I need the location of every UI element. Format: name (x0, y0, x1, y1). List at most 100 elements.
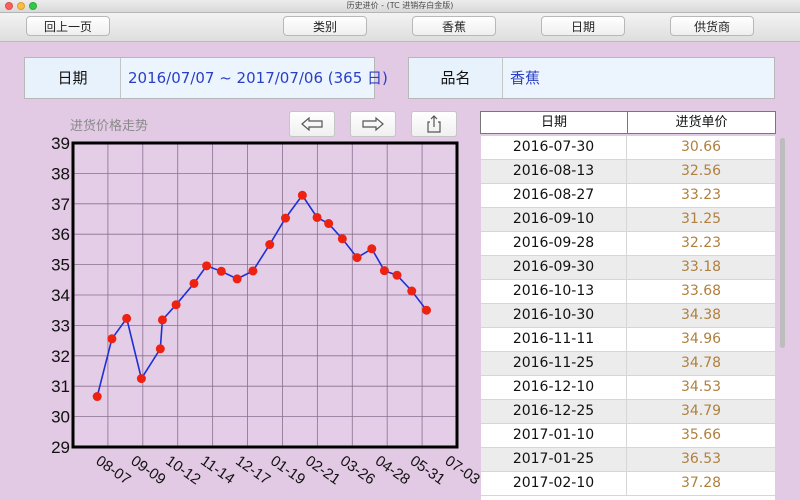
row-date: 2016-09-10 (481, 208, 627, 231)
row-date: 2016-11-11 (481, 328, 627, 351)
row-price: 31.25 (680, 211, 722, 227)
x-tick-label: 05-31 (407, 452, 448, 488)
y-tick-label: 29 (51, 438, 70, 457)
date-range-box: 日期 2016/07/07 ~ 2017/07/06 (365 日) (24, 57, 388, 99)
y-tick-label: 37 (51, 195, 70, 214)
data-point (92, 392, 102, 402)
data-point (171, 300, 181, 310)
row-date: 2016-09-28 (481, 232, 627, 255)
data-point (407, 286, 417, 296)
data-point (312, 212, 322, 222)
prev-page-button[interactable]: 回上一页 (26, 16, 110, 36)
y-tick-label: 34 (51, 286, 70, 305)
table-scroll-thumb[interactable] (780, 138, 785, 348)
x-tick-label: 09-09 (128, 452, 169, 488)
y-tick-label: 31 (51, 377, 70, 396)
product-button[interactable]: 香蕉 (412, 16, 496, 36)
row-price: 36.53 (680, 451, 722, 467)
table-row[interactable]: 2016-09-30 33.18 (481, 256, 775, 280)
y-tick-label: 30 (51, 408, 70, 427)
row-price: 32.23 (680, 235, 722, 251)
date-range-value[interactable]: 2016/07/07 ~ 2017/07/06 (365 日) (128, 58, 388, 98)
product-box: 品名 香蕉 (408, 57, 775, 99)
y-tick-label: 36 (51, 225, 70, 244)
table-row[interactable]: 2016-12-25 34.79 (481, 400, 775, 424)
data-point (136, 374, 146, 384)
data-point (265, 240, 275, 250)
x-tick-label: 03-26 (337, 452, 378, 488)
price-trend-chart: 29 30 31 32 33 34 35 36 37 38 39 08-0709-0910-1211-… (51, 134, 480, 488)
table-row[interactable]: 2016-11-11 34.96 (481, 328, 775, 352)
x-tick-label: 12-17 (232, 452, 273, 488)
table-row[interactable]: 2017-02-10 37.28 (481, 472, 775, 496)
table-row[interactable]: 2017-01-10 35.66 (481, 424, 775, 448)
data-point (421, 305, 431, 315)
row-price: 34.79 (680, 403, 722, 419)
row-date: 2016-10-13 (481, 280, 627, 303)
category-button[interactable]: 类别 (283, 16, 367, 36)
data-point (122, 313, 132, 323)
row-date: 2017-01-25 (481, 448, 627, 471)
row-date: 2016-12-10 (481, 376, 627, 399)
row-price: 34.53 (680, 379, 722, 395)
data-point (281, 213, 291, 223)
x-tick-label: 04-28 (372, 452, 413, 488)
data-point (189, 278, 199, 288)
data-point (202, 261, 212, 271)
row-date: 2016-10-30 (481, 304, 627, 327)
row-price: 34.78 (680, 355, 722, 371)
x-tick-label: 07-03 (442, 452, 480, 488)
x-tick-label: 10-12 (162, 452, 203, 488)
y-tick-label: 35 (51, 256, 70, 275)
table-row[interactable]: 2016-09-10 31.25 (481, 208, 775, 232)
table-row[interactable]: 2016-10-13 33.68 (481, 280, 775, 304)
data-point (157, 315, 167, 325)
price-table[interactable]: 2016-07-30 30.66 2016-08-13 32.56 2016-08-27… (481, 136, 775, 500)
y-tick-label: 33 (51, 316, 70, 335)
y-tick-label: 39 (51, 134, 70, 153)
table-header: 日期 进货单价 (480, 111, 776, 134)
data-point (232, 274, 242, 284)
row-date: 2017-01-10 (481, 424, 627, 447)
toolbar: 回上一页 类别 香蕉 日期 供货商 (0, 13, 800, 42)
data-point (352, 253, 362, 263)
data-point (367, 244, 377, 254)
data-point (337, 234, 347, 244)
column-header-price[interactable]: 进货单价 (628, 112, 775, 133)
table-scrollbar[interactable] (777, 136, 789, 500)
product-value[interactable]: 香蕉 (510, 58, 540, 98)
table-row[interactable]: 2017-01-25 36.53 (481, 448, 775, 472)
data-point (392, 270, 402, 280)
data-point (248, 266, 258, 276)
row-date: 2016-08-13 (481, 160, 627, 183)
x-tick-label: 11-14 (197, 452, 237, 487)
row-date: 2016-12-25 (481, 400, 627, 423)
row-price: 37.28 (680, 475, 722, 491)
row-price: 33.23 (680, 187, 722, 203)
x-tick-label: 02-21 (302, 452, 343, 488)
table-row[interactable]: 2016-09-28 32.23 (481, 232, 775, 256)
row-price: 34.38 (680, 307, 722, 323)
column-header-date[interactable]: 日期 (481, 112, 628, 133)
table-row[interactable]: 2016-07-30 30.66 (481, 136, 775, 160)
data-point (324, 219, 334, 229)
table-row[interactable]: 2016-12-10 34.53 (481, 376, 775, 400)
row-date: 2016-09-30 (481, 256, 627, 279)
data-point (107, 334, 117, 344)
y-tick-label: 38 (51, 164, 70, 183)
table-row[interactable]: 2016-08-27 33.23 (481, 184, 775, 208)
table-row[interactable]: 2016-10-30 34.38 (481, 304, 775, 328)
row-price: 34.96 (680, 331, 722, 347)
row-date: 2016-07-30 (481, 136, 627, 159)
data-point (216, 266, 226, 276)
y-tick-label: 32 (51, 347, 70, 366)
title-bar: 历史进价 - (TC 进销存白金版) (0, 0, 800, 13)
table-row[interactable]: 2016-11-25 34.78 (481, 352, 775, 376)
supplier-button[interactable]: 供货商 (670, 16, 754, 36)
table-row[interactable]: 2016-08-13 32.56 (481, 160, 775, 184)
row-date: 2017-02-10 (481, 472, 627, 495)
row-price: 33.18 (680, 259, 722, 275)
row-date: 2016-08-27 (481, 184, 627, 207)
data-point (297, 190, 307, 200)
date-button[interactable]: 日期 (541, 16, 625, 36)
